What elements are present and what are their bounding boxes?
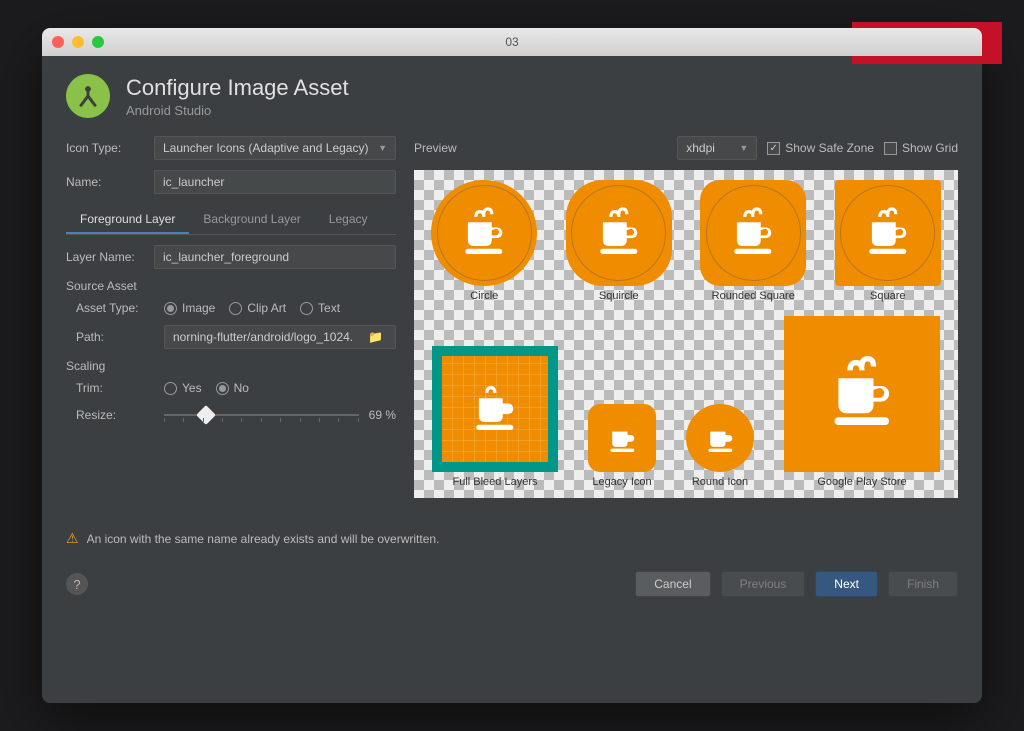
resize-label: Resize:: [76, 408, 154, 422]
icon-type-select[interactable]: Launcher Icons (Adaptive and Legacy) ▼: [154, 136, 396, 160]
maximize-icon[interactable]: [92, 36, 104, 48]
dialog-title: Configure Image Asset: [126, 75, 349, 101]
folder-icon[interactable]: 📁: [364, 330, 387, 344]
radio-image[interactable]: Image: [164, 301, 215, 315]
warning-text: An icon with the same name already exist…: [87, 532, 440, 546]
scaling-title: Scaling: [66, 359, 396, 373]
asset-type-label: Asset Type:: [76, 301, 154, 315]
dialog-window: 03 Configure Image Asset Android Studio …: [42, 28, 982, 703]
radio-text[interactable]: Text: [300, 301, 340, 315]
titlebar[interactable]: 03: [42, 28, 982, 56]
cancel-button[interactable]: Cancel: [635, 571, 710, 597]
resize-value: 69 %: [369, 408, 396, 422]
finish-button[interactable]: Finish: [888, 571, 958, 597]
preview-circle: [431, 180, 537, 286]
preview-legacy-icon: [588, 404, 656, 472]
preview-squircle: [566, 180, 672, 286]
minimize-icon[interactable]: [72, 36, 84, 48]
next-button[interactable]: Next: [815, 571, 878, 597]
preview-label: Preview: [414, 141, 457, 155]
preview-square: [835, 180, 941, 286]
name-label: Name:: [66, 175, 144, 189]
name-input[interactable]: [154, 170, 396, 194]
help-button[interactable]: ?: [66, 573, 88, 595]
chevron-down-icon: ▼: [739, 143, 748, 153]
layer-name-label: Layer Name:: [66, 250, 144, 264]
previous-button[interactable]: Previous: [721, 571, 806, 597]
dialog-subtitle: Android Studio: [126, 103, 349, 118]
path-label: Path:: [76, 330, 154, 344]
resize-slider[interactable]: [164, 405, 359, 425]
path-input[interactable]: norning-flutter/android/logo_1024. 📁: [164, 325, 396, 349]
radio-trim-yes[interactable]: Yes: [164, 381, 202, 395]
chevron-down-icon: ▼: [378, 143, 387, 153]
density-select[interactable]: xhdpi▼: [677, 136, 757, 160]
checkbox-show-grid[interactable]: Show Grid: [884, 141, 958, 155]
checkbox-safe-zone[interactable]: ✓Show Safe Zone: [767, 141, 874, 155]
tab-foreground-layer[interactable]: Foreground Layer: [66, 206, 189, 234]
preview-rounded-square: [700, 180, 806, 286]
tab-background-layer[interactable]: Background Layer: [189, 206, 314, 234]
warning-icon: ⚠: [66, 530, 79, 547]
window-title: 03: [505, 35, 518, 49]
radio-trim-no[interactable]: No: [216, 381, 249, 395]
preview-round-icon: [686, 404, 754, 472]
preview-full-bleed: [432, 346, 558, 472]
icon-type-label: Icon Type:: [66, 141, 144, 155]
trim-label: Trim:: [76, 381, 154, 395]
radio-clip-art[interactable]: Clip Art: [229, 301, 286, 315]
layer-name-input[interactable]: [154, 245, 396, 269]
close-icon[interactable]: [52, 36, 64, 48]
android-studio-icon: [66, 74, 110, 118]
preview-google-play: [784, 316, 940, 472]
source-asset-title: Source Asset: [66, 279, 396, 293]
tab-legacy[interactable]: Legacy: [315, 206, 382, 234]
preview-area: Circle Squircle Rounded Square Square Fu…: [414, 170, 958, 498]
